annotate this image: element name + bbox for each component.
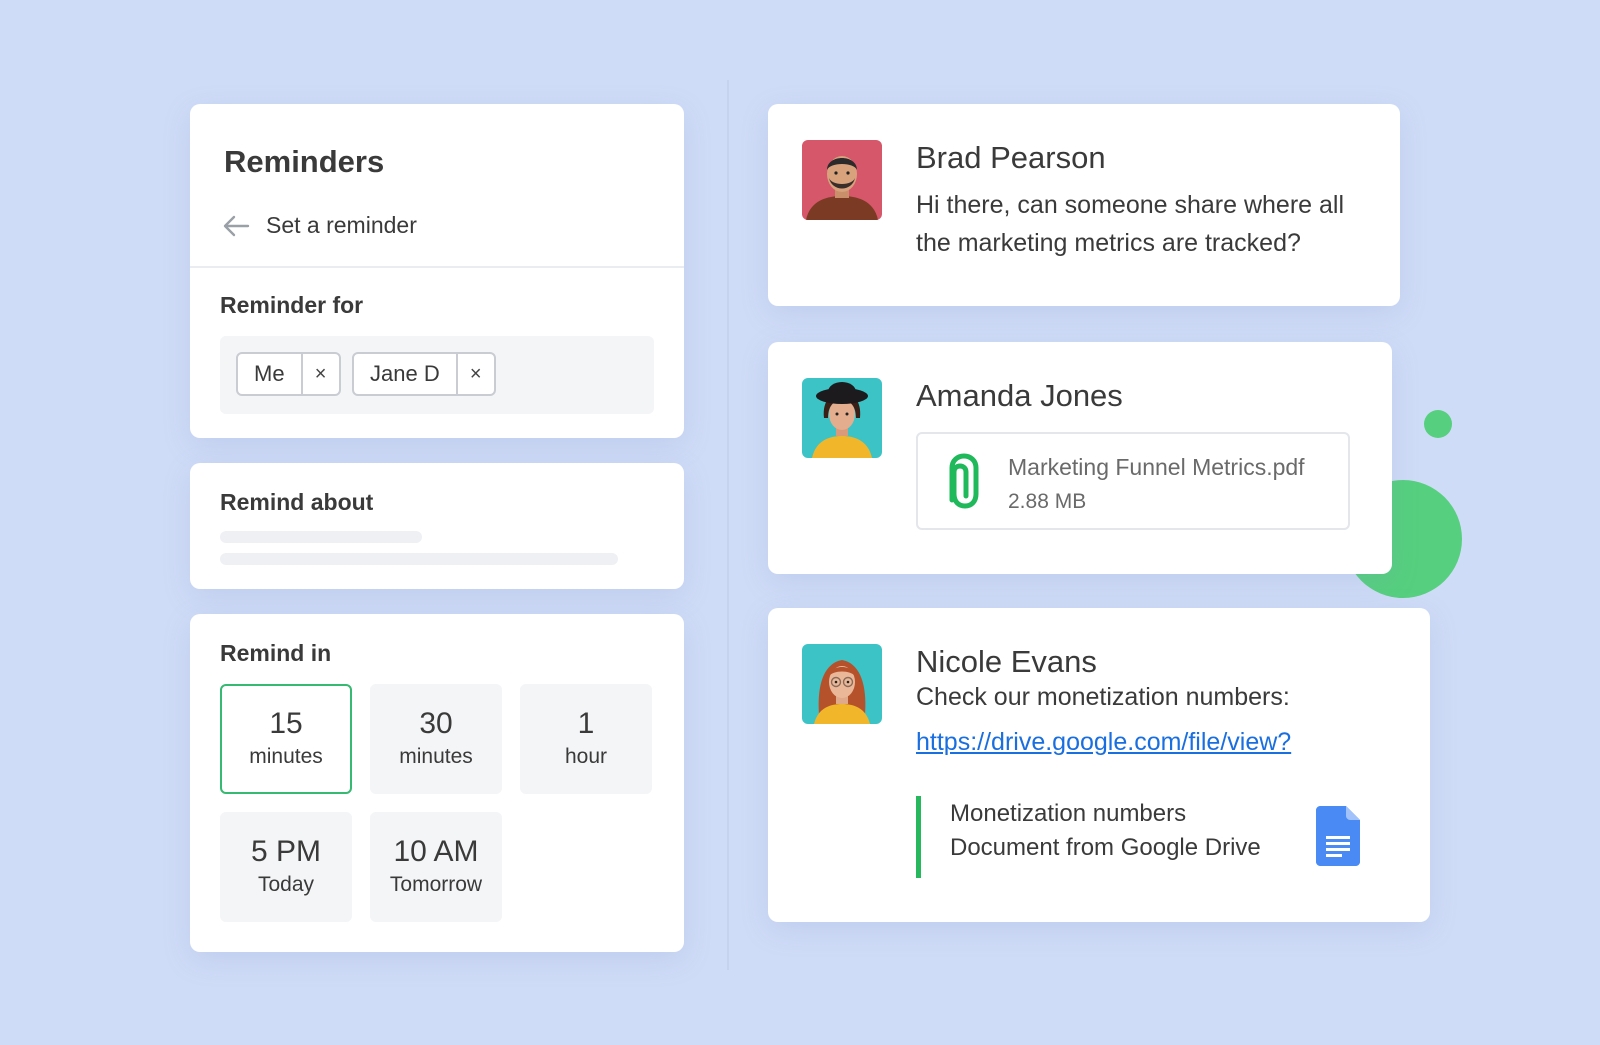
- reminders-title: Reminders: [224, 144, 385, 179]
- back-link[interactable]: Set a reminder: [222, 212, 417, 239]
- option-value: 1: [577, 707, 595, 740]
- option-value: 5 PM: [250, 835, 322, 868]
- option-15-minutes[interactable]: 15 minutes: [220, 684, 352, 794]
- remind-in-card: Remind in 15 minutes 30 minutes 1 hour 5…: [190, 614, 684, 952]
- placeholder-line: [220, 553, 618, 565]
- message-text-line-1: Hi there, can someone share where all: [916, 191, 1345, 219]
- option-unit: minutes: [249, 745, 323, 768]
- drive-link[interactable]: https://drive.google.com/file/view?: [916, 728, 1291, 757]
- message-card-amanda: Amanda Jones Marketing Funnel Metrics.pd…: [768, 342, 1392, 574]
- option-5pm-today[interactable]: 5 PM Today: [220, 812, 352, 922]
- back-label: Set a reminder: [266, 212, 417, 238]
- google-docs-icon[interactable]: [1316, 806, 1360, 866]
- option-unit: Today: [257, 873, 315, 896]
- message-text-line-2: the marketing metrics are tracked?: [916, 229, 1301, 257]
- avatar[interactable]: [802, 378, 882, 458]
- reminder-for-label: Reminder for: [220, 292, 364, 318]
- option-unit: hour: [564, 745, 608, 768]
- placeholder-line: [220, 531, 422, 543]
- remind-in-label: Remind in: [220, 640, 332, 666]
- remind-about-label: Remind about: [220, 489, 374, 515]
- file-name: Marketing Funnel Metrics.pdf: [1008, 454, 1305, 480]
- recipient-name: Jane D: [370, 361, 440, 386]
- close-icon[interactable]: ×: [455, 354, 494, 394]
- recipient-chip-jane: Jane D ×: [352, 352, 496, 396]
- remind-about-card: Remind about: [190, 463, 684, 589]
- option-unit: Tomorrow: [389, 873, 483, 896]
- message-card-brad: Brad Pearson Hi there, can someone share…: [768, 104, 1400, 306]
- recipient-input[interactable]: Me × Jane D ×: [220, 336, 654, 414]
- preview-subtitle: Document from Google Drive: [950, 834, 1261, 861]
- option-value: 10 AM: [393, 835, 479, 868]
- option-10am-tomorrow[interactable]: 10 AM Tomorrow: [370, 812, 502, 922]
- recipient-name: Me: [254, 361, 285, 386]
- sender-name: Amanda Jones: [916, 378, 1123, 413]
- option-value: 15: [269, 707, 303, 740]
- message-text: Check our monetization numbers:: [916, 683, 1290, 711]
- preview-title: Monetization numbers: [950, 800, 1187, 827]
- paperclip-icon: [949, 453, 979, 509]
- decor-circle-small: [1424, 410, 1452, 438]
- message-card-nicole: Nicole Evans Check our monetization numb…: [768, 608, 1430, 922]
- close-icon[interactable]: ×: [300, 354, 339, 394]
- recipient-chip-me: Me ×: [236, 352, 341, 396]
- sender-name: Nicole Evans: [916, 644, 1097, 679]
- option-30-minutes[interactable]: 30 minutes: [370, 684, 502, 794]
- reminders-card: Reminders Set a reminder Reminder for Me…: [190, 104, 684, 438]
- column-divider: [727, 80, 729, 970]
- option-unit: minutes: [399, 745, 473, 768]
- file-size: 2.88 MB: [1008, 490, 1087, 513]
- file-attachment[interactable]: Marketing Funnel Metrics.pdf 2.88 MB: [916, 432, 1350, 530]
- avatar[interactable]: [802, 644, 882, 724]
- sender-name: Brad Pearson: [916, 140, 1106, 175]
- option-1-hour[interactable]: 1 hour: [520, 684, 652, 794]
- avatar[interactable]: [802, 140, 882, 220]
- option-value: 30: [419, 707, 453, 740]
- back-arrow-icon[interactable]: [222, 214, 250, 238]
- header-divider: [190, 266, 684, 268]
- preview-accent-bar: [916, 796, 921, 878]
